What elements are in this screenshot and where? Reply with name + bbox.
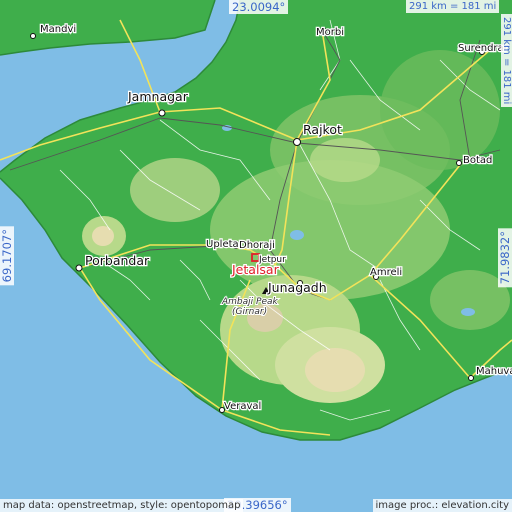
- label-botad: Botad: [463, 155, 492, 166]
- scale-vertical: 291 km = 181 mi: [501, 14, 512, 108]
- label-jamnagar: Jamnagar: [127, 89, 189, 104]
- reservoir: [461, 308, 475, 316]
- label-porbandar: Porbandar: [85, 253, 150, 268]
- topographic-map[interactable]: Mandvi Morbi Surendrar Jamnagar Rajkot B…: [0, 0, 512, 512]
- label-mahuva: Mahuva: [476, 366, 512, 377]
- upland-west: [130, 158, 220, 222]
- label-veraval: Veraval: [224, 401, 261, 412]
- coord-top: 23.0094°: [229, 0, 289, 14]
- label-dhoraji: Dhoraji: [239, 240, 275, 251]
- credit-map-data: map data: openstreetmap, style: opentopo…: [0, 499, 244, 512]
- coord-left: 69.1707°: [0, 226, 14, 286]
- scale-horizontal: 291 km = 181 mi: [406, 0, 500, 13]
- coord-right: 71.9832°: [498, 228, 512, 288]
- label-jetalsar: Jetalsar: [231, 262, 280, 277]
- label-peak-alt: (Girnar): [232, 307, 267, 317]
- credit-image-proc: image proc.: elevation.city: [372, 499, 512, 512]
- label-morbi: Morbi: [316, 27, 344, 38]
- label-rajkot: Rajkot: [303, 122, 342, 137]
- label-mandvi: Mandvi: [40, 24, 76, 35]
- label-peak-name: Ambaji Peak: [221, 297, 278, 307]
- label-junagadh: Junagadh: [267, 280, 327, 295]
- reservoir: [290, 230, 304, 240]
- upland-central: [210, 160, 450, 300]
- label-upleta: Upleta: [206, 239, 239, 250]
- label-amreli: Amreli: [370, 267, 402, 278]
- barda-hills-core: [92, 226, 114, 246]
- gir-hills-core: [305, 348, 365, 392]
